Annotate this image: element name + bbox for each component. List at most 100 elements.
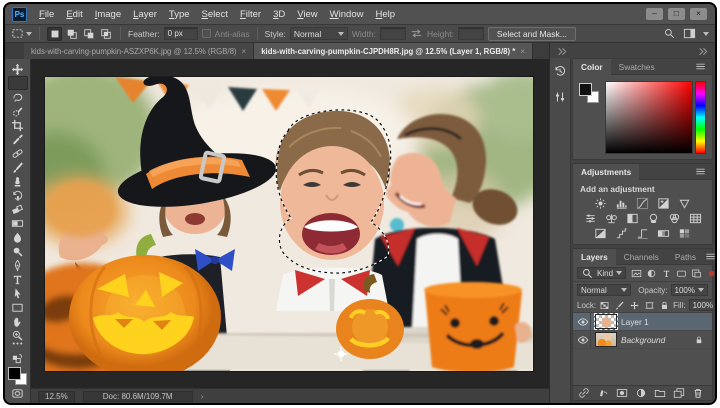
chevron-down-icon[interactable] bbox=[703, 32, 709, 36]
rectangle-tool[interactable] bbox=[8, 300, 28, 314]
layer-visibility-toggle[interactable] bbox=[575, 313, 591, 330]
layer-style-button[interactable] bbox=[597, 387, 609, 399]
panel-menu-icon[interactable] bbox=[694, 165, 707, 178]
opacity-input[interactable]: 100% bbox=[671, 284, 708, 296]
layer-row[interactable]: Background bbox=[573, 331, 712, 349]
menu-item-type[interactable]: Type bbox=[163, 7, 196, 22]
quick-mask-mode-icon[interactable] bbox=[11, 387, 24, 400]
posterize-adjustment-icon[interactable] bbox=[613, 226, 630, 240]
status-expand-chevron[interactable]: › bbox=[201, 392, 204, 401]
brightness-contrast-adjustment-icon[interactable] bbox=[592, 196, 609, 210]
threshold-adjustment-icon[interactable] bbox=[634, 226, 651, 240]
saturation-brightness-field[interactable] bbox=[605, 81, 693, 154]
canvas-area[interactable] bbox=[31, 59, 549, 389]
foreground-color-swatch[interactable] bbox=[8, 367, 21, 380]
lock-paint-icon[interactable] bbox=[614, 300, 625, 311]
tab-swatches[interactable]: Swatches bbox=[611, 59, 663, 75]
tab-adjustments[interactable]: Adjustments bbox=[573, 164, 639, 180]
selective-color-adjustment-icon[interactable] bbox=[676, 226, 693, 240]
invert-adjustment-icon[interactable] bbox=[592, 226, 609, 240]
lock-position-icon[interactable] bbox=[629, 300, 640, 311]
zoom-level-field[interactable]: 12.5% bbox=[38, 391, 75, 402]
dodge-tool[interactable] bbox=[8, 244, 28, 258]
channel-mixer-adjustment-icon[interactable] bbox=[666, 211, 683, 225]
minimize-button[interactable]: – bbox=[646, 8, 663, 20]
type-tool[interactable] bbox=[8, 272, 28, 286]
menu-item-layer[interactable]: Layer bbox=[127, 7, 163, 22]
menu-item-select[interactable]: Select bbox=[196, 7, 234, 22]
clone-stamp-tool[interactable] bbox=[8, 174, 28, 188]
lock-all-icon[interactable] bbox=[659, 300, 670, 311]
delete-layer-button[interactable] bbox=[692, 387, 704, 399]
add-layer-mask-button[interactable] bbox=[616, 387, 628, 399]
lasso-tool[interactable] bbox=[8, 90, 28, 104]
fill-input[interactable]: 100% bbox=[689, 299, 717, 311]
filter-pin-icon[interactable] bbox=[705, 267, 717, 280]
pen-tool[interactable] bbox=[8, 258, 28, 272]
workspace-switcher-icon[interactable] bbox=[683, 27, 696, 40]
history-brush-tool[interactable] bbox=[8, 188, 28, 202]
eyedropper-tool[interactable] bbox=[8, 132, 28, 146]
filter-type-icon[interactable] bbox=[661, 268, 672, 279]
healing-brush-tool[interactable] bbox=[8, 146, 28, 160]
vibrance-adjustment-icon[interactable] bbox=[676, 196, 693, 210]
curves-adjustment-icon[interactable] bbox=[634, 196, 651, 210]
color-lookup-adjustment-icon[interactable] bbox=[687, 211, 704, 225]
layer-visibility-toggle[interactable] bbox=[575, 331, 591, 348]
feather-input[interactable]: 0 px bbox=[164, 27, 198, 40]
layer-thumbnail[interactable] bbox=[595, 332, 617, 347]
filter-smart-object-icon[interactable] bbox=[691, 268, 702, 279]
hue-saturation-adjustment-icon[interactable] bbox=[582, 211, 599, 225]
new-group-button[interactable] bbox=[654, 387, 666, 399]
document-tab-2[interactable]: kids-with-carving-pumpkin-CJPDH8R.jpg @ … bbox=[254, 43, 533, 59]
menu-item-view[interactable]: View bbox=[291, 7, 323, 22]
layer-filter-kind-select[interactable]: Kind bbox=[577, 267, 626, 279]
lock-artboard-icon[interactable] bbox=[644, 300, 655, 311]
intersect-with-selection-button[interactable] bbox=[98, 27, 113, 41]
select-and-mask-button[interactable]: Select and Mask... bbox=[488, 27, 576, 41]
panel-menu-icon[interactable] bbox=[694, 60, 707, 73]
anti-alias-checkbox[interactable] bbox=[202, 29, 211, 38]
gradient-map-adjustment-icon[interactable] bbox=[655, 226, 672, 240]
collapse-panels-icon[interactable] bbox=[696, 45, 709, 58]
color-balance-adjustment-icon[interactable] bbox=[603, 211, 620, 225]
path-selection-tool[interactable] bbox=[8, 286, 28, 300]
layer-thumbnail[interactable] bbox=[595, 314, 617, 329]
hand-tool[interactable] bbox=[8, 314, 28, 328]
filter-adjustment-icon[interactable] bbox=[646, 268, 657, 279]
tool-preset-picker[interactable] bbox=[11, 27, 32, 40]
lock-transparency-icon[interactable] bbox=[599, 300, 610, 311]
rectangular-marquee-tool[interactable] bbox=[8, 76, 28, 90]
tab-channels[interactable]: Channels bbox=[616, 249, 667, 265]
crop-tool[interactable] bbox=[8, 118, 28, 132]
new-layer-button[interactable] bbox=[673, 387, 685, 399]
eraser-tool[interactable] bbox=[8, 202, 28, 216]
link-layers-button[interactable] bbox=[578, 387, 590, 399]
tab-layers[interactable]: Layers bbox=[573, 249, 616, 265]
document-tab-1[interactable]: kids-with-carving-pumpkin-ASZXP6K.jpg @ … bbox=[24, 43, 254, 59]
brush-tool[interactable] bbox=[8, 160, 28, 174]
new-selection-button[interactable] bbox=[47, 27, 62, 41]
close-button[interactable]: × bbox=[690, 8, 707, 20]
tab-paths[interactable]: Paths bbox=[667, 249, 704, 265]
menu-item-3d[interactable]: 3D bbox=[267, 7, 291, 22]
hue-slider[interactable] bbox=[695, 81, 706, 154]
foreground-color-swatch[interactable] bbox=[579, 83, 592, 96]
maximize-button[interactable]: □ bbox=[668, 8, 685, 20]
menu-item-image[interactable]: Image bbox=[89, 7, 127, 22]
search-icon[interactable] bbox=[663, 27, 676, 40]
menu-item-window[interactable]: Window bbox=[324, 7, 370, 22]
levels-adjustment-icon[interactable] bbox=[613, 196, 630, 210]
style-select[interactable]: Normal bbox=[290, 27, 348, 40]
tab-color[interactable]: Color bbox=[573, 59, 611, 75]
edit-toolbar-icon[interactable] bbox=[11, 337, 24, 350]
add-to-selection-button[interactable] bbox=[64, 27, 79, 41]
menu-item-edit[interactable]: Edit bbox=[60, 7, 88, 22]
filter-shape-icon[interactable] bbox=[676, 268, 687, 279]
menu-item-file[interactable]: File bbox=[33, 7, 60, 22]
gradient-tool[interactable] bbox=[8, 216, 28, 230]
blend-mode-select[interactable]: Normal bbox=[577, 284, 631, 296]
properties-panel-icon[interactable] bbox=[553, 90, 567, 104]
exposure-adjustment-icon[interactable] bbox=[655, 196, 672, 210]
history-panel-icon[interactable] bbox=[553, 64, 567, 78]
